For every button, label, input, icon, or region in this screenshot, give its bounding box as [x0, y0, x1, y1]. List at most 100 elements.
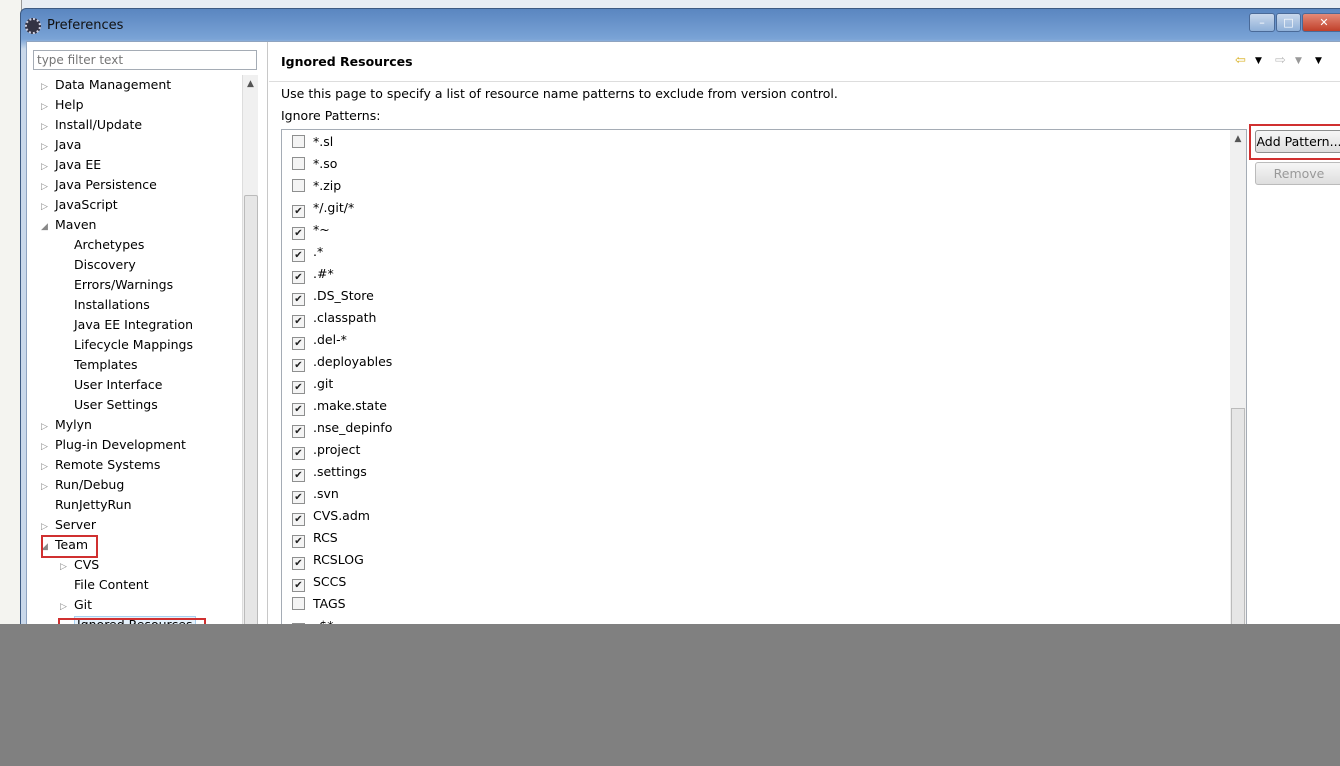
tree-item[interactable]: ▷ Remote Systems — [41, 455, 160, 475]
tree-item[interactable]: ▷ Run/Debug — [41, 475, 124, 495]
tree-item[interactable]: Templates — [60, 355, 138, 375]
pattern-checkbox[interactable]: ✔ — [292, 227, 305, 240]
collapsed-twisty-icon[interactable]: ▷ — [41, 77, 55, 97]
tree-item[interactable]: Discovery — [60, 255, 136, 275]
title-bar[interactable]: Preferences – □ ✕ — [21, 9, 1340, 41]
collapsed-twisty-icon[interactable]: ▷ — [41, 137, 55, 157]
tree-item[interactable]: Errors/Warnings — [60, 275, 173, 295]
scroll-up-icon[interactable]: ▲ — [243, 79, 258, 89]
pattern-row[interactable]: *.sl — [292, 131, 333, 153]
tree-item[interactable]: ▷ CVS — [60, 555, 99, 575]
tree-item[interactable]: ▷ Install/Update — [41, 115, 142, 135]
minimize-button[interactable]: – — [1249, 13, 1275, 32]
tree-item[interactable]: Lifecycle Mappings — [60, 335, 193, 355]
pattern-checkbox[interactable]: ✔ — [292, 579, 305, 592]
pattern-row[interactable]: ✔ .project — [292, 439, 360, 461]
tree-item[interactable]: ▷ Server — [41, 515, 96, 535]
pattern-checkbox[interactable]: ✔ — [292, 337, 305, 350]
back-arrow-icon[interactable]: ⇦ — [1235, 53, 1246, 68]
pattern-checkbox[interactable]: ✔ — [292, 557, 305, 570]
pattern-checkbox[interactable]: ✔ — [292, 535, 305, 548]
pattern-checkbox[interactable]: ✔ — [292, 447, 305, 460]
pattern-checkbox[interactable]: ✔ — [292, 271, 305, 284]
forward-arrow-icon[interactable]: ⇨ — [1275, 53, 1286, 68]
pattern-row[interactable]: ✔ .nse_depinfo — [292, 417, 392, 439]
collapsed-twisty-icon[interactable]: ▷ — [41, 197, 55, 217]
tree-item[interactable]: ◢ Maven — [41, 215, 96, 235]
pattern-checkbox[interactable]: ✔ — [292, 491, 305, 504]
tree-item[interactable]: ▷ Java EE — [41, 155, 101, 175]
pattern-row[interactable]: ✔ */.git/* — [292, 197, 354, 219]
tree-item[interactable]: File Content — [60, 575, 149, 595]
collapsed-twisty-icon[interactable]: ▷ — [41, 477, 55, 497]
collapsed-twisty-icon[interactable]: ▷ — [41, 177, 55, 197]
pattern-row[interactable]: ✔ .git — [292, 373, 333, 395]
collapsed-twisty-icon[interactable]: ▷ — [60, 597, 74, 617]
collapsed-twisty-icon[interactable]: ▷ — [41, 117, 55, 137]
pattern-checkbox[interactable]: ✔ — [292, 315, 305, 328]
pattern-checkbox[interactable]: ✔ — [292, 205, 305, 218]
remove-button[interactable]: Remove — [1255, 162, 1340, 185]
tree-item[interactable]: ▷ Help — [41, 95, 84, 115]
pattern-row[interactable]: ✔ RCSLOG — [292, 549, 364, 571]
tree-item[interactable]: ▷ Plug-in Development — [41, 435, 186, 455]
pattern-row[interactable]: *.zip — [292, 175, 341, 197]
pattern-row[interactable]: ✔ .#* — [292, 263, 334, 285]
forward-menu-chevron-icon[interactable]: ▼ — [1295, 56, 1302, 66]
pattern-checkbox[interactable] — [292, 597, 305, 610]
tree-item[interactable]: ▷ Git — [60, 595, 92, 615]
tree-item[interactable]: ▷ Mylyn — [41, 415, 92, 435]
pattern-checkbox[interactable]: ✔ — [292, 293, 305, 306]
collapsed-twisty-icon[interactable]: ▷ — [60, 557, 74, 577]
maximize-button[interactable]: □ — [1276, 13, 1301, 32]
pattern-checkbox[interactable]: ✔ — [292, 249, 305, 262]
collapsed-twisty-icon[interactable]: ▷ — [41, 157, 55, 177]
pattern-row[interactable]: ✔ .settings — [292, 461, 367, 483]
tree-item[interactable]: User Interface — [60, 375, 162, 395]
pattern-checkbox[interactable]: ✔ — [292, 425, 305, 438]
tree-item[interactable]: ▷ Java — [41, 135, 81, 155]
pattern-row[interactable]: *.so — [292, 153, 337, 175]
tree-item[interactable]: Archetypes — [60, 235, 144, 255]
tree-item[interactable]: Java EE Integration — [60, 315, 193, 335]
pattern-row[interactable]: ✔ .* — [292, 241, 323, 263]
back-menu-chevron-icon[interactable]: ▼ — [1255, 56, 1262, 66]
pattern-checkbox[interactable] — [292, 135, 305, 148]
pattern-row[interactable]: ✔ *~ — [292, 219, 330, 241]
tree-scroll-thumb[interactable] — [244, 195, 258, 665]
collapsed-twisty-icon[interactable]: ▷ — [41, 97, 55, 117]
pattern-row[interactable]: ✔ .del-* — [292, 329, 347, 351]
tree-scrollbar[interactable]: ▲ — [242, 75, 258, 665]
pattern-row[interactable]: ✔ .deployables — [292, 351, 392, 373]
tree-item[interactable]: User Settings — [60, 395, 158, 415]
pattern-row[interactable]: ✔ .svn — [292, 483, 339, 505]
pattern-checkbox[interactable]: ✔ — [292, 469, 305, 482]
collapsed-twisty-icon[interactable]: ▷ — [41, 417, 55, 437]
pattern-checkbox[interactable]: ✔ — [292, 381, 305, 394]
pattern-checkbox[interactable] — [292, 179, 305, 192]
tree-item[interactable]: ▷ Data Management — [41, 75, 171, 95]
pattern-row[interactable]: TAGS — [292, 593, 346, 615]
tree-item[interactable]: Installations — [60, 295, 150, 315]
filter-input[interactable] — [33, 50, 257, 70]
pattern-row[interactable]: ✔ CVS.adm — [292, 505, 370, 527]
pattern-row[interactable]: ✔ SCCS — [292, 571, 346, 593]
collapsed-twisty-icon[interactable]: ▷ — [41, 457, 55, 477]
pattern-checkbox[interactable]: ✔ — [292, 403, 305, 416]
expanded-twisty-icon[interactable]: ◢ — [41, 217, 55, 237]
pattern-row[interactable]: ✔ RCS — [292, 527, 338, 549]
pattern-row[interactable]: ✔ .DS_Store — [292, 285, 374, 307]
scroll-up-icon[interactable]: ▲ — [1230, 134, 1246, 144]
ignore-patterns-list[interactable]: ▲ *.sl *.so *.zip ✔ */.git/* ✔ *~ ✔ .* ✔ .#* ✔ .DS_S… — [281, 129, 1247, 649]
collapsed-twisty-icon[interactable]: ▷ — [41, 517, 55, 537]
close-button[interactable]: ✕ — [1302, 13, 1340, 32]
patterns-scrollbar[interactable]: ▲ — [1230, 130, 1246, 648]
tree-item[interactable]: ▷ Java Persistence — [41, 175, 157, 195]
view-menu-icon[interactable]: ▼ — [1315, 56, 1322, 66]
tree-item[interactable]: RunJettyRun — [41, 495, 132, 515]
patterns-scroll-thumb[interactable] — [1231, 408, 1245, 648]
pattern-checkbox[interactable]: ✔ — [292, 513, 305, 526]
collapsed-twisty-icon[interactable]: ▷ — [41, 437, 55, 457]
pattern-row[interactable]: ✔ .make.state — [292, 395, 387, 417]
pattern-checkbox[interactable]: ✔ — [292, 359, 305, 372]
